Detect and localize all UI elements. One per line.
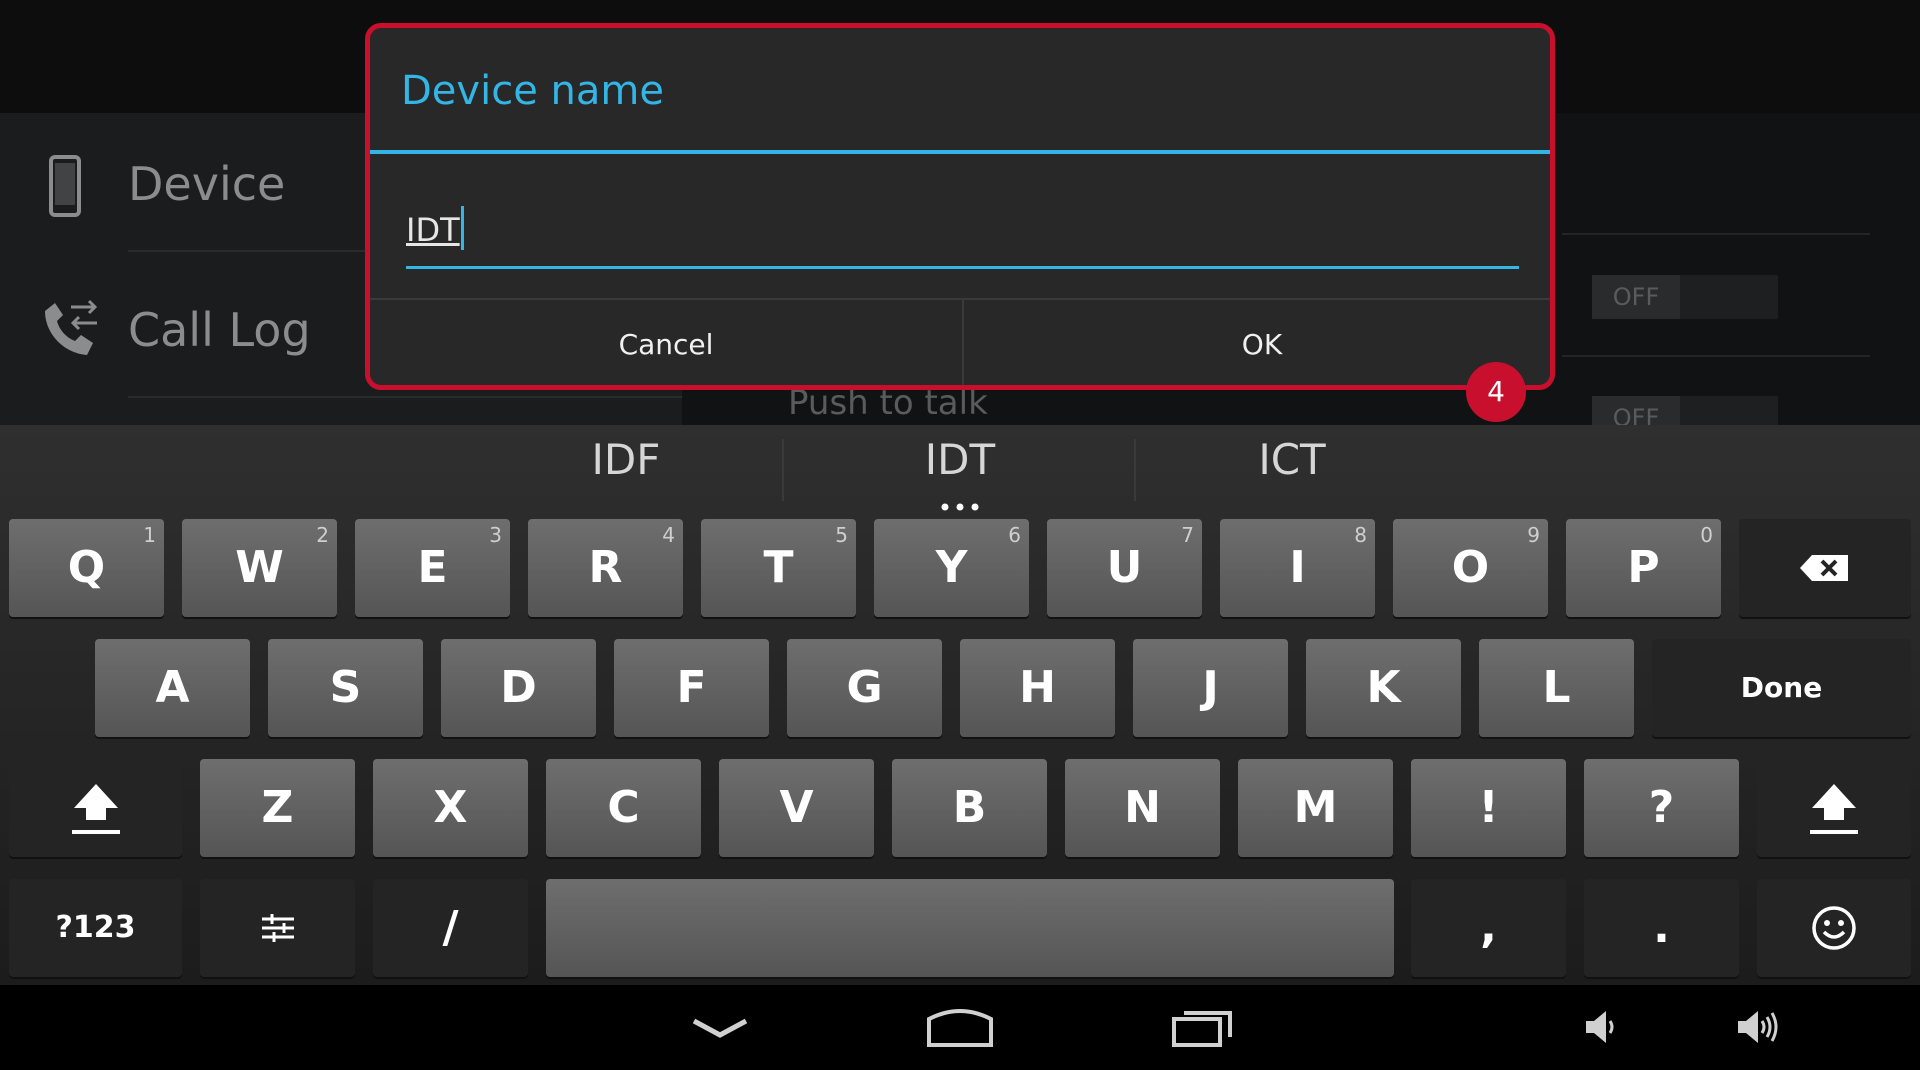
key-label: W (235, 542, 284, 593)
suggestion-3[interactable]: ICT (1192, 435, 1392, 484)
divider (1134, 439, 1136, 501)
key-label: R (588, 542, 623, 593)
key-y[interactable]: Y6 (874, 519, 1029, 617)
key-l[interactable]: L (1479, 639, 1634, 737)
key-v[interactable]: V (719, 759, 874, 857)
toggle-switch[interactable]: OFF (1592, 275, 1778, 319)
key-z[interactable]: Z (200, 759, 355, 857)
done-key[interactable]: Done (1652, 639, 1911, 737)
key-c[interactable]: C (546, 759, 701, 857)
divider (782, 439, 784, 501)
navigation-bar (0, 985, 1920, 1070)
key-b[interactable]: B (892, 759, 1047, 857)
title-divider (370, 150, 1550, 154)
key-k[interactable]: K (1306, 639, 1461, 737)
suggestion-strip: IDF IDT ICT (0, 425, 1920, 511)
key-q[interactable]: Q1 (9, 519, 164, 617)
key-hint: 7 (1181, 523, 1194, 547)
device-name-input[interactable] (406, 200, 1519, 269)
key-hint: 1 (143, 523, 156, 547)
volume-down-icon[interactable] (1580, 995, 1620, 1059)
space-key[interactable] (546, 879, 1394, 977)
keyboard-settings-key[interactable] (200, 879, 355, 977)
dialog-title: Device name (401, 68, 664, 114)
comma-key[interactable]: , (1411, 879, 1566, 977)
more-suggestions-icon[interactable] (939, 496, 981, 511)
key-x[interactable]: X (373, 759, 528, 857)
key-label: E (417, 542, 448, 593)
key-o[interactable]: O9 (1393, 519, 1548, 617)
emoji-key[interactable] (1757, 879, 1911, 977)
step-badge: 4 (1466, 362, 1526, 422)
cancel-button[interactable]: Cancel (370, 300, 962, 385)
shift-key-right[interactable] (1757, 759, 1911, 857)
ok-button[interactable]: OK (964, 300, 1550, 385)
period-key[interactable]: . (1584, 879, 1739, 977)
suggestion-2[interactable]: IDT (860, 435, 1060, 484)
key-s[interactable]: S (268, 639, 423, 737)
key-h[interactable]: H (960, 639, 1115, 737)
key-m[interactable]: M (1238, 759, 1393, 857)
key-hint: 5 (835, 523, 848, 547)
key-d[interactable]: D (441, 639, 596, 737)
key-label: Y (935, 542, 968, 593)
key-hint: 4 (662, 523, 675, 547)
key-n[interactable]: N (1065, 759, 1220, 857)
call-log-icon (35, 293, 98, 363)
key-label: I (1289, 542, 1306, 593)
key-t[interactable]: T5 (701, 519, 856, 617)
key-j[interactable]: J (1133, 639, 1288, 737)
key-a[interactable]: A (95, 639, 250, 737)
recent-apps-icon[interactable] (1170, 995, 1236, 1059)
key-i[interactable]: I8 (1220, 519, 1375, 617)
suggestion-1[interactable]: IDF (526, 435, 726, 484)
key-e[interactable]: E3 (355, 519, 510, 617)
device-name-dialog: Device name Cancel OK (365, 23, 1555, 390)
key-label: P (1627, 542, 1660, 593)
divider (1562, 233, 1870, 235)
key-u[interactable]: U7 (1047, 519, 1202, 617)
volume-up-icon[interactable] (1734, 995, 1780, 1059)
phone-icon (35, 153, 95, 223)
key-w[interactable]: W2 (182, 519, 337, 617)
slash-key[interactable]: / (373, 879, 528, 977)
symbols-key[interactable]: ?123 (9, 879, 182, 977)
key-r[interactable]: R4 (528, 519, 683, 617)
key-exclamation[interactable]: ! (1411, 759, 1566, 857)
key-label: U (1106, 542, 1143, 593)
sidebar-item-label: Call Log (128, 303, 311, 357)
divider (128, 396, 682, 398)
key-hint: 3 (489, 523, 502, 547)
key-label: T (763, 542, 794, 593)
key-f[interactable]: F (614, 639, 769, 737)
key-question[interactable]: ? (1584, 759, 1739, 857)
shift-key-left[interactable] (9, 759, 182, 857)
divider (1562, 355, 1870, 357)
key-hint: 8 (1354, 523, 1367, 547)
key-hint: 2 (316, 523, 329, 547)
hide-keyboard-icon[interactable] (688, 995, 752, 1059)
text-cursor (461, 206, 464, 250)
sidebar-item-label: Device (128, 157, 286, 211)
key-hint: 6 (1008, 523, 1021, 547)
toggle-state: OFF (1592, 275, 1680, 319)
key-label: O (1451, 542, 1490, 593)
key-g[interactable]: G (787, 639, 942, 737)
key-p[interactable]: P0 (1566, 519, 1721, 617)
soft-keyboard: IDF IDT ICT Q1 W2 E3 R4 T5 Y6 U7 I8 O9 P… (0, 425, 1920, 985)
key-label: Q (67, 542, 106, 593)
key-hint: 0 (1700, 523, 1713, 547)
key-hint: 9 (1527, 523, 1540, 547)
home-icon[interactable] (925, 995, 995, 1059)
backspace-key[interactable] (1739, 519, 1911, 617)
